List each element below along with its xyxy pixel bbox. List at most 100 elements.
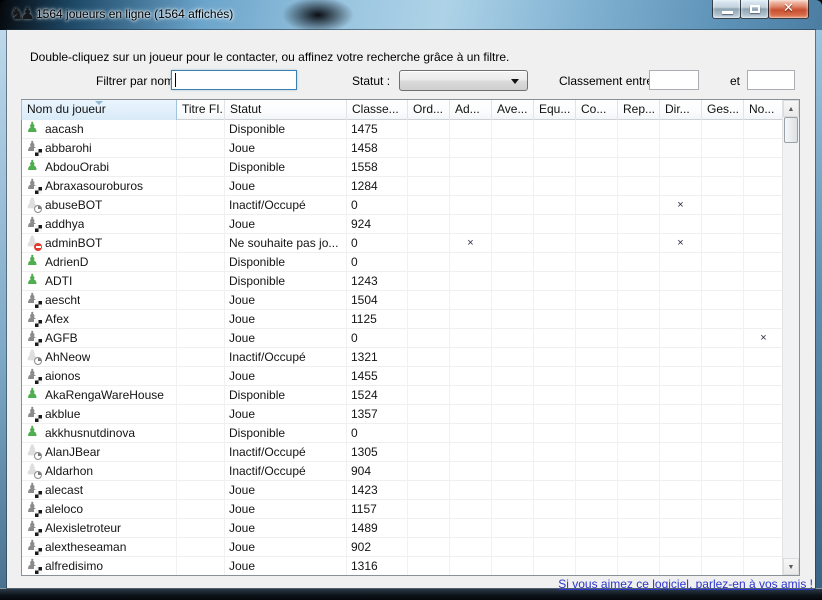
player-ad-cell bbox=[450, 329, 492, 348]
table-row[interactable]: ♟AfexJoue1125 bbox=[22, 310, 782, 329]
player-ave-cell bbox=[492, 234, 534, 253]
table-row[interactable]: ♟aionosJoue1455 bbox=[22, 367, 782, 386]
minimize-button[interactable] bbox=[712, 0, 741, 19]
column-header-rep[interactable]: Rep... bbox=[618, 100, 660, 120]
player-status-cell: Inactif/Occupé bbox=[225, 443, 347, 462]
table-row[interactable]: ♟AlanJBearInactif/Occupé1305 bbox=[22, 443, 782, 462]
column-header-ave[interactable]: Ave... bbox=[492, 100, 534, 120]
player-title-cell bbox=[177, 367, 225, 386]
table-row[interactable]: ♟addhyaJoue924 bbox=[22, 215, 782, 234]
table-row[interactable]: ♟adminBOTNe souhaite pas jo...0×× bbox=[22, 234, 782, 253]
column-header-status[interactable]: Statut bbox=[225, 100, 347, 120]
player-rep-cell bbox=[618, 120, 660, 139]
table-row[interactable]: ♟alelocoJoue1157 bbox=[22, 500, 782, 519]
player-equ-cell bbox=[534, 234, 576, 253]
player-title-cell bbox=[177, 120, 225, 139]
player-name-cell: ♟addhya bbox=[22, 215, 177, 234]
player-rating-cell: 1125 bbox=[347, 310, 408, 329]
rating-min-input[interactable] bbox=[649, 70, 699, 90]
player-title-cell bbox=[177, 139, 225, 158]
player-ad-cell bbox=[450, 405, 492, 424]
player-name-cell: ♟aleloco bbox=[22, 500, 177, 519]
table-row[interactable]: ♟AbraxasouroburosJoue1284 bbox=[22, 177, 782, 196]
column-header-rating[interactable]: Classe... bbox=[347, 100, 408, 120]
rating-max-input[interactable] bbox=[747, 70, 795, 90]
column-header-equ[interactable]: Equ... bbox=[534, 100, 576, 120]
column-header-name[interactable]: Nom du joueur bbox=[21, 100, 177, 120]
filter-name-input[interactable] bbox=[171, 70, 297, 90]
scrollbar-thumb[interactable] bbox=[784, 117, 798, 143]
player-ave-cell bbox=[492, 310, 534, 329]
table-row[interactable]: ♟AbdouOrabiDisponible1558 bbox=[22, 158, 782, 177]
table-row[interactable]: ♟aacashDisponible1475 bbox=[22, 120, 782, 139]
player-no-cell bbox=[744, 443, 782, 462]
player-status-cell: Joue bbox=[225, 139, 347, 158]
window-right-border bbox=[815, 30, 822, 588]
table-row[interactable]: ♟AldarhonInactif/Occupé904 bbox=[22, 462, 782, 481]
player-rating-cell: 902 bbox=[347, 538, 408, 557]
player-title-cell bbox=[177, 253, 225, 272]
promo-link[interactable]: Si vous aimez ce logiciel, parlez-en à v… bbox=[558, 577, 813, 591]
player-rating-cell: 1423 bbox=[347, 481, 408, 500]
status-dropdown[interactable] bbox=[399, 70, 528, 91]
table-row[interactable]: ♟alfredisimoJoue1316 bbox=[22, 557, 782, 575]
vertical-scrollbar[interactable]: ▲ ▼ bbox=[782, 100, 799, 575]
table-row[interactable]: ♟AlexisletroteurJoue1489 bbox=[22, 519, 782, 538]
player-title-cell bbox=[177, 272, 225, 291]
player-name-cell: ♟akblue bbox=[22, 405, 177, 424]
player-name-cell: ♟AlanJBear bbox=[22, 443, 177, 462]
player-no-cell bbox=[744, 196, 782, 215]
table-row[interactable]: ♟alecastJoue1423 bbox=[22, 481, 782, 500]
player-name-cell: ♟Afex bbox=[22, 310, 177, 329]
table-row[interactable]: ♟AGFBJoue0× bbox=[22, 329, 782, 348]
close-button[interactable]: ✕ bbox=[768, 0, 809, 19]
player-no-cell bbox=[744, 234, 782, 253]
column-header-ges[interactable]: Ges... bbox=[702, 100, 744, 120]
player-rep-cell bbox=[618, 139, 660, 158]
scroll-down-button[interactable]: ▼ bbox=[783, 558, 799, 575]
table-row[interactable]: ♟aeschtJoue1504 bbox=[22, 291, 782, 310]
titlebar[interactable]: ♞♟ 1564 joueurs en ligne (1564 affichés)… bbox=[0, 0, 822, 30]
player-title-cell bbox=[177, 538, 225, 557]
player-ord-cell bbox=[408, 519, 450, 538]
player-co-cell bbox=[576, 367, 618, 386]
pawn-playing-icon: ♟ bbox=[25, 311, 41, 327]
player-no-cell bbox=[744, 139, 782, 158]
pawn-available-icon: ♟ bbox=[25, 387, 41, 403]
pawn-playing-icon: ♟ bbox=[25, 216, 41, 232]
player-ave-cell bbox=[492, 405, 534, 424]
pawn-playing-icon: ♟ bbox=[25, 539, 41, 555]
scroll-up-button[interactable]: ▲ bbox=[783, 100, 799, 117]
column-header-title[interactable]: Titre FI... bbox=[177, 100, 225, 120]
player-title-cell bbox=[177, 234, 225, 253]
player-name: AbdouOrabi bbox=[45, 158, 109, 176]
player-dir-cell bbox=[660, 538, 702, 557]
player-co-cell bbox=[576, 272, 618, 291]
player-status-cell: Joue bbox=[225, 557, 347, 575]
table-row[interactable]: ♟ADTIDisponible1243 bbox=[22, 272, 782, 291]
player-name: AkaRengaWareHouse bbox=[45, 386, 164, 404]
player-name: AGFB bbox=[45, 329, 78, 347]
player-name: aescht bbox=[45, 291, 80, 309]
table-row[interactable]: ♟alextheseamanJoue902 bbox=[22, 538, 782, 557]
player-name: akblue bbox=[45, 405, 80, 423]
player-status-cell: Joue bbox=[225, 500, 347, 519]
column-header-dir[interactable]: Dir... bbox=[660, 100, 702, 120]
pawn-inactive-icon: ♟ bbox=[25, 444, 41, 460]
player-name: addhya bbox=[45, 215, 84, 233]
table-row[interactable]: ♟AhNeowInactif/Occupé1321 bbox=[22, 348, 782, 367]
table-row[interactable]: ♟AdrienDDisponible0 bbox=[22, 253, 782, 272]
column-header-ad[interactable]: Ad... bbox=[450, 100, 492, 120]
table-row[interactable]: ♟abuseBOTInactif/Occupé0× bbox=[22, 196, 782, 215]
table-row[interactable]: ♟akkhusnutdinovaDisponible0 bbox=[22, 424, 782, 443]
column-header-no[interactable]: No... bbox=[744, 100, 784, 120]
table-row[interactable]: ♟akblueJoue1357 bbox=[22, 405, 782, 424]
table-row[interactable]: ♟AkaRengaWareHouseDisponible1524 bbox=[22, 386, 782, 405]
column-header-ord[interactable]: Ord... bbox=[408, 100, 450, 120]
table-row[interactable]: ♟abbarohiJoue1458 bbox=[22, 139, 782, 158]
player-ad-cell bbox=[450, 538, 492, 557]
player-co-cell bbox=[576, 348, 618, 367]
player-dir-cell bbox=[660, 481, 702, 500]
maximize-button[interactable] bbox=[740, 0, 769, 19]
column-header-co[interactable]: Co... bbox=[576, 100, 618, 120]
